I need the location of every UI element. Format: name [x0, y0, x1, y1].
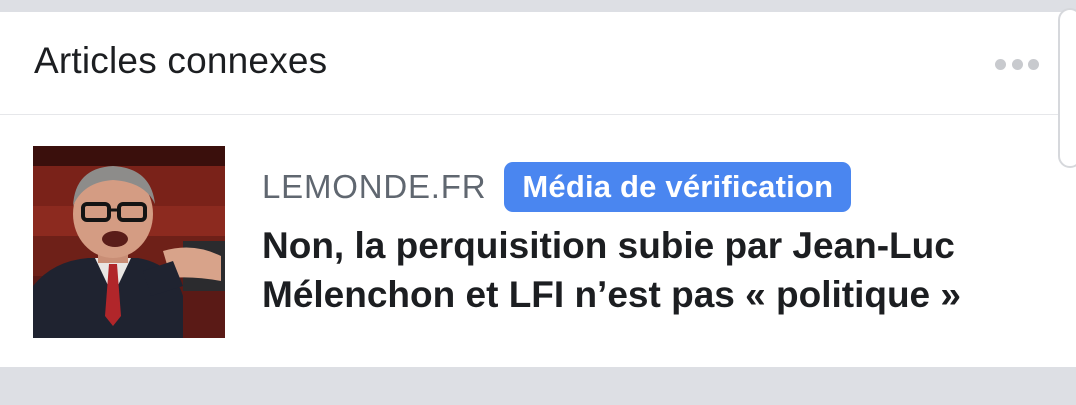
section-title: Articles connexes [34, 40, 328, 81]
article-headline[interactable]: Non, la perquisition subie par Jean-Luc … [262, 221, 1052, 319]
more-dot [995, 58, 1006, 70]
card-header: Articles connexes [0, 8, 1076, 168]
related-article-item[interactable]: LEMONDE.FR Média de vérification Non, la… [0, 115, 1076, 367]
article-source-row: LEMONDE.FR Média de vérification [262, 161, 852, 213]
fact-check-badge[interactable]: Média de vérification [504, 162, 852, 212]
more-options-icon[interactable] [995, 57, 1039, 71]
thumbnail-photo-icon [33, 146, 225, 338]
more-dot [1011, 58, 1023, 70]
article-source[interactable]: LEMONDE.FR [262, 168, 486, 206]
more-dot [1028, 58, 1039, 70]
article-thumbnail[interactable] [33, 146, 225, 338]
top-section-divider [0, 0, 1076, 12]
related-articles-card: Articles connexes LEMONDE.FR Média de vé… [0, 8, 1076, 367]
bottom-section-divider [0, 367, 1076, 405]
